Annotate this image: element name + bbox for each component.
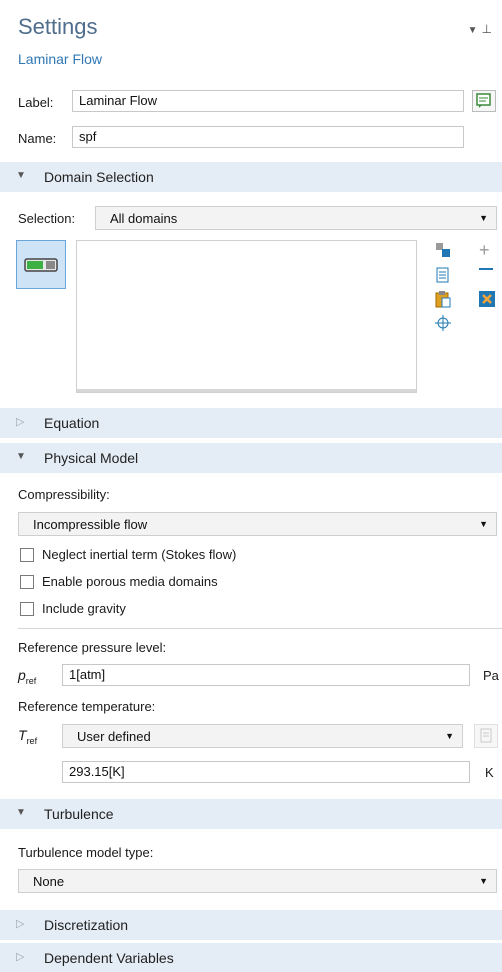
- section-title: Turbulence: [44, 806, 114, 822]
- ref-pressure-label: Reference pressure level:: [18, 640, 167, 655]
- active-toggle-button[interactable]: [16, 240, 66, 289]
- stokes-flow-checkbox[interactable]: [20, 547, 34, 562]
- name-field-label: Name:: [18, 131, 57, 146]
- add-icon[interactable]: +: [479, 240, 490, 261]
- window-controls[interactable]: ▼⊥: [468, 22, 496, 36]
- chevron-down-icon[interactable]: ▼: [468, 25, 482, 36]
- label-input[interactable]: Laminar Flow: [72, 90, 464, 112]
- ref-pressure-input[interactable]: 1[atm]: [62, 664, 470, 686]
- pressure-unit: Pa: [483, 668, 499, 683]
- p-sub: ref: [25, 675, 37, 686]
- page-title: Settings: [18, 14, 98, 39]
- stokes-flow-checkbox-row[interactable]: Neglect inertial term (Stokes flow): [20, 547, 236, 562]
- checkbox-label: Enable porous media domains: [42, 574, 218, 589]
- selection-dropdown[interactable]: All domains ▼: [95, 206, 497, 230]
- section-discretization[interactable]: ▷ Discretization: [0, 910, 502, 940]
- pin-icon[interactable]: ⊥: [482, 22, 496, 36]
- porous-media-checkbox-row[interactable]: Enable porous media domains: [20, 574, 218, 589]
- turbulence-type-value: None: [33, 874, 65, 889]
- paste-list-icon[interactable]: [434, 266, 452, 287]
- active-toggle-icon: [24, 258, 58, 272]
- collapsed-arrow-icon: ▷: [16, 416, 25, 428]
- caret-down-icon: ▼: [479, 519, 488, 529]
- note-icon: [476, 93, 491, 108]
- ref-temp-label: Reference temperature:: [18, 699, 156, 714]
- expanded-arrow-icon: ▼: [16, 451, 26, 462]
- selection-value: All domains: [110, 211, 178, 226]
- go-to-source-icon: [480, 728, 492, 743]
- p-ref-symbol: pref: [18, 667, 36, 686]
- ref-temp-input[interactable]: 293.15[K]: [62, 761, 470, 783]
- comment-button[interactable]: [472, 90, 496, 112]
- porous-media-checkbox[interactable]: [20, 574, 34, 589]
- turbulence-type-dropdown[interactable]: None ▼: [18, 869, 497, 893]
- caret-down-icon: ▼: [445, 731, 454, 741]
- page-subtitle: Laminar Flow: [18, 51, 103, 67]
- selection-list[interactable]: [76, 240, 417, 393]
- compressibility-value: Incompressible flow: [33, 517, 148, 532]
- turbulence-type-label: Turbulence model type:: [18, 845, 154, 860]
- copy-selection-icon[interactable]: [434, 241, 452, 262]
- label-field-label: Label:: [18, 95, 54, 110]
- section-dependent-variables[interactable]: ▷ Dependent Variables: [0, 943, 502, 972]
- collapsed-arrow-icon: ▷: [16, 918, 25, 930]
- gravity-checkbox-row[interactable]: Include gravity: [20, 601, 126, 616]
- divider: [18, 628, 502, 629]
- compressibility-dropdown[interactable]: Incompressible flow ▼: [18, 512, 497, 536]
- section-title: Domain Selection: [44, 169, 154, 185]
- temp-unit: K: [485, 765, 494, 780]
- clear-selection-icon[interactable]: [478, 290, 496, 311]
- section-title: Discretization: [44, 917, 129, 933]
- section-title: Equation: [44, 415, 100, 431]
- t-sub: ref: [26, 735, 38, 746]
- caret-down-icon: ▼: [479, 876, 488, 886]
- section-turbulence[interactable]: ▼ Turbulence: [0, 799, 502, 829]
- compressibility-label: Compressibility:: [18, 487, 110, 502]
- p-symbol: p: [18, 667, 26, 683]
- expanded-arrow-icon: ▼: [16, 170, 26, 181]
- section-physical-model[interactable]: ▼ Physical Model: [0, 443, 502, 473]
- temp-mode-value: User defined: [77, 729, 151, 744]
- ref-temp-mode-dropdown[interactable]: User defined ▼: [62, 724, 463, 748]
- caret-down-icon: ▼: [479, 213, 488, 223]
- checkbox-label: Include gravity: [42, 601, 126, 616]
- zoom-selection-icon[interactable]: [434, 314, 452, 335]
- t-symbol: T: [18, 727, 27, 743]
- selection-label: Selection:: [18, 211, 76, 226]
- section-equation[interactable]: ▷ Equation: [0, 408, 502, 438]
- section-domain-selection[interactable]: ▼ Domain Selection: [0, 162, 502, 192]
- name-input[interactable]: spf: [72, 126, 464, 148]
- t-ref-symbol: Tref: [18, 727, 37, 746]
- clipboard-icon[interactable]: [434, 290, 452, 311]
- go-to-source-button[interactable]: [474, 724, 498, 748]
- checkbox-label: Neglect inertial term (Stokes flow): [42, 547, 237, 562]
- gravity-checkbox[interactable]: [20, 601, 34, 616]
- remove-icon[interactable]: [479, 268, 493, 270]
- section-title: Physical Model: [44, 450, 139, 466]
- section-title: Dependent Variables: [44, 950, 174, 966]
- expanded-arrow-icon: ▼: [16, 807, 26, 818]
- collapsed-arrow-icon: ▷: [16, 951, 25, 963]
